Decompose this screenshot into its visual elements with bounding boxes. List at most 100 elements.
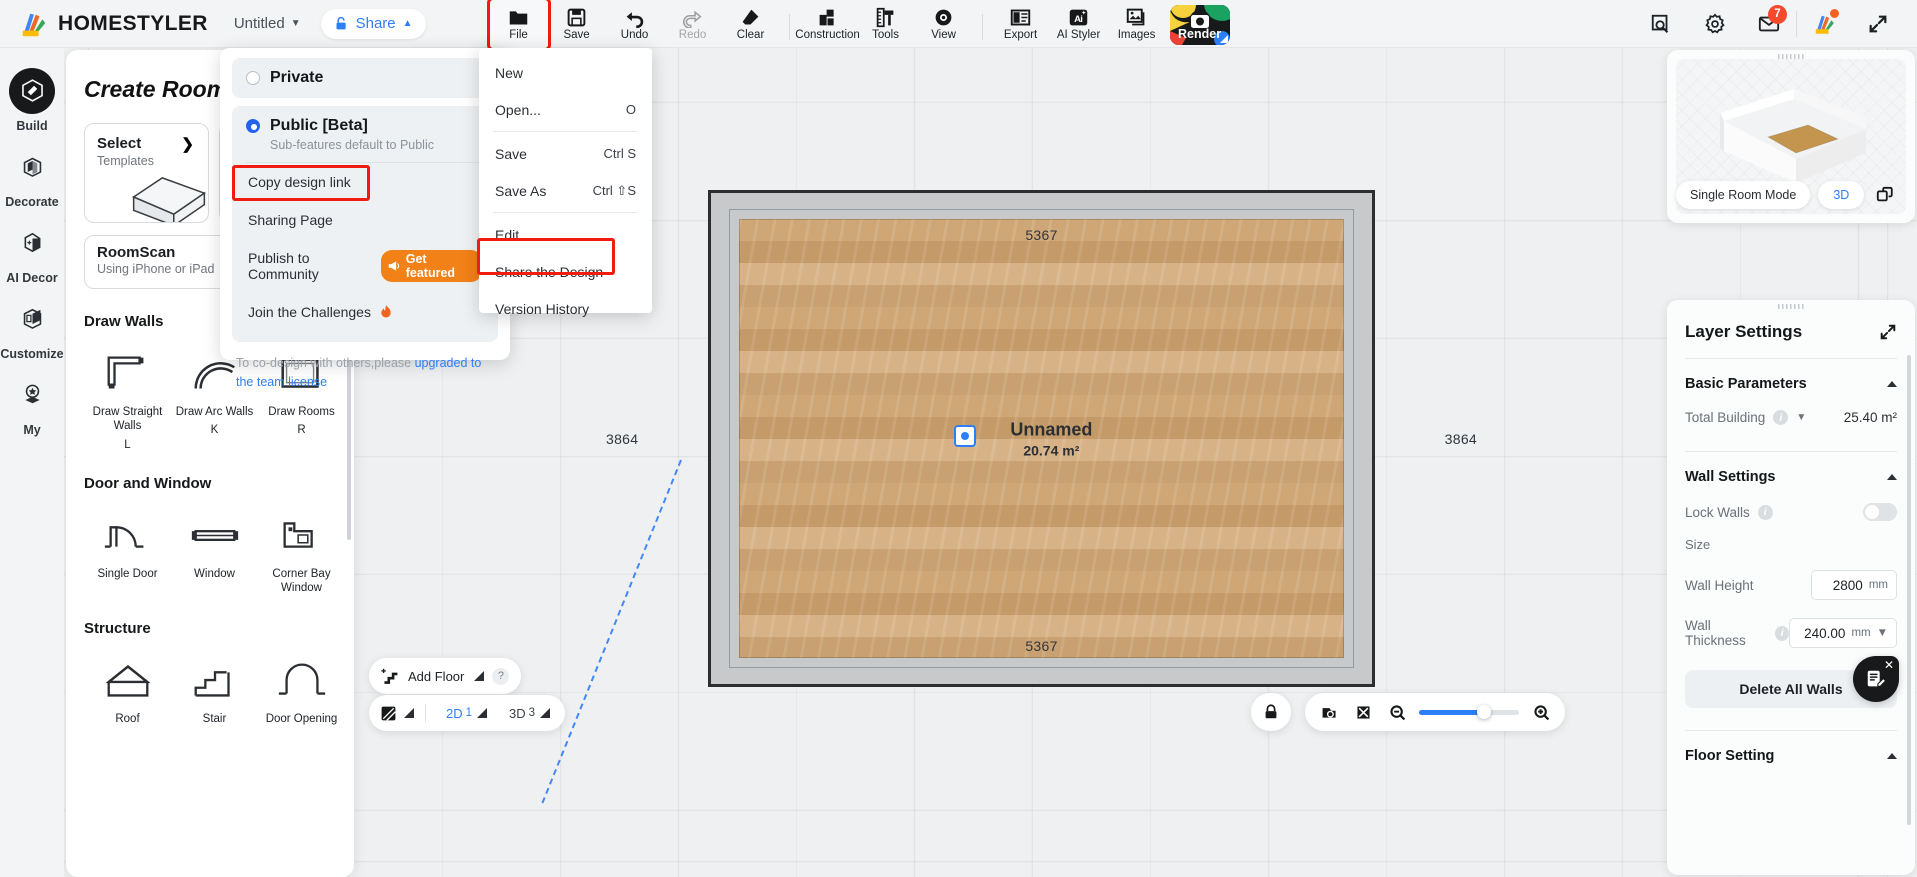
popout-window-icon[interactable] bbox=[1872, 182, 1898, 208]
zoom-slider[interactable] bbox=[1419, 705, 1519, 719]
layer-panel-drag-handle[interactable] bbox=[1778, 304, 1804, 309]
tool-door-opening[interactable]: Door Opening bbox=[258, 649, 345, 726]
collapse-chevron-icon[interactable] bbox=[1887, 474, 1897, 480]
rail-item-my[interactable]: My bbox=[0, 366, 64, 442]
file-menu-save-as[interactable]: Save As Ctrl ⇧S bbox=[479, 172, 652, 209]
file-menu-item-label: Save As bbox=[495, 182, 547, 199]
document-title[interactable]: Untitled ▼ bbox=[234, 15, 301, 32]
floor-setting-section[interactable]: Floor Setting bbox=[1685, 748, 1897, 764]
share-private-block[interactable]: Private bbox=[232, 58, 498, 98]
collapse-chevron-icon[interactable] bbox=[1887, 381, 1897, 387]
toolbar-redo-button[interactable]: Redo bbox=[664, 0, 722, 48]
toolbar-clear-button[interactable]: Clear bbox=[722, 0, 780, 48]
tool-single-door[interactable]: Single Door bbox=[84, 504, 171, 596]
toolbar-export-button[interactable]: Export bbox=[992, 0, 1050, 48]
dimension-bottom[interactable]: 5367 bbox=[1025, 638, 1057, 654]
brand-logo[interactable]: HOMESTYLER bbox=[18, 9, 208, 39]
view-2d-tab[interactable]: 2D 1 bbox=[437, 698, 496, 728]
view-3d-toggle[interactable]: 3D bbox=[1818, 181, 1865, 209]
expand-diagonal-icon[interactable] bbox=[1879, 323, 1897, 341]
add-floor-label[interactable]: Add Floor bbox=[408, 669, 464, 684]
share-item-sharing-page[interactable]: Sharing Page bbox=[246, 201, 484, 239]
toolbar-undo-button[interactable]: Undo bbox=[606, 0, 664, 48]
tool-draw-straight-walls[interactable]: Draw Straight Walls L bbox=[84, 342, 171, 451]
rail-item-customize[interactable]: Customize bbox=[0, 290, 64, 366]
get-featured-badge[interactable]: Get featured bbox=[381, 250, 482, 282]
dropdown-corner-icon[interactable] bbox=[404, 708, 414, 718]
add-floor-icon[interactable] bbox=[381, 667, 400, 686]
toolbar-images-button[interactable]: Images bbox=[1108, 0, 1166, 48]
toolbar-tools-button[interactable]: Tools bbox=[857, 0, 915, 48]
zoom-slider-handle[interactable] bbox=[1477, 705, 1491, 719]
header-mail-button[interactable]: 7 bbox=[1742, 0, 1796, 48]
toolbar-view-button[interactable]: View bbox=[915, 0, 973, 48]
wall-thickness-input[interactable]: 240.00 mm ▼ bbox=[1789, 618, 1897, 648]
lock-walls-toggle[interactable] bbox=[1863, 503, 1897, 521]
room-label[interactable]: Unnamed 20.74 m² bbox=[1010, 419, 1092, 458]
view-3d-tab[interactable]: 3D 3 bbox=[500, 698, 559, 728]
tool-stair[interactable]: Stair bbox=[171, 649, 258, 726]
wall-height-input[interactable]: 2800 mm bbox=[1811, 570, 1897, 600]
file-menu-share-the-design[interactable]: Share the Design bbox=[479, 253, 652, 290]
tool-window[interactable]: Window bbox=[171, 504, 258, 596]
toolbar-file-button[interactable]: File bbox=[486, 0, 551, 51]
layer-panel-scrollbar[interactable] bbox=[1907, 355, 1911, 825]
dimension-top[interactable]: 5367 bbox=[1025, 227, 1057, 243]
camera-view-icon[interactable] bbox=[1317, 700, 1341, 724]
header-homestyler-logo-button[interactable] bbox=[1797, 0, 1851, 48]
private-option-row[interactable]: Private bbox=[246, 69, 484, 87]
file-menu-edit[interactable]: Edit bbox=[479, 216, 652, 253]
fit-screen-icon[interactable] bbox=[1351, 700, 1375, 724]
lock-icon[interactable] bbox=[1262, 703, 1280, 721]
room-name: Unnamed bbox=[1010, 419, 1093, 439]
dropdown-corner-icon[interactable] bbox=[540, 708, 551, 718]
toolbar-save-button[interactable]: Save bbox=[548, 0, 606, 48]
tool-corner-bay-window[interactable]: Corner Bay Window bbox=[258, 504, 345, 596]
render-button[interactable]: Render bbox=[1169, 4, 1230, 45]
wall-settings-section[interactable]: Wall Settings bbox=[1685, 469, 1897, 485]
header-gear-button[interactable] bbox=[1688, 0, 1742, 48]
zoom-in-icon[interactable] bbox=[1529, 700, 1553, 724]
layers-icon[interactable] bbox=[379, 704, 398, 723]
collapse-chevron-icon[interactable] bbox=[1887, 753, 1897, 759]
help-icon[interactable]: ? bbox=[492, 667, 510, 685]
dimension-left[interactable]: 3864 bbox=[606, 431, 638, 447]
close-icon[interactable]: ✕ bbox=[1884, 658, 1894, 672]
info-icon[interactable]: i bbox=[1757, 504, 1773, 520]
share-button[interactable]: Share ▲ bbox=[320, 8, 426, 39]
zoom-out-icon[interactable] bbox=[1385, 700, 1409, 724]
chevron-down-icon[interactable]: ▼ bbox=[1877, 627, 1888, 639]
file-menu-save[interactable]: Save Ctrl S bbox=[479, 135, 652, 172]
rail-item-ai-decor[interactable]: AI Decor bbox=[0, 214, 64, 290]
tool-roof[interactable]: Roof bbox=[84, 649, 171, 726]
chevron-down-icon[interactable]: ▼ bbox=[1796, 412, 1806, 423]
dimension-right[interactable]: 3864 bbox=[1445, 431, 1477, 447]
info-icon[interactable]: i bbox=[1775, 625, 1789, 641]
toolbar-construction-button[interactable]: Construction bbox=[795, 0, 860, 48]
room-origin-handle[interactable] bbox=[953, 424, 976, 447]
rail-item-build[interactable]: Build bbox=[0, 62, 64, 138]
share-item-publish-to-community[interactable]: Publish to Community Get featured bbox=[246, 239, 484, 293]
basic-parameters-section[interactable]: Basic Parameters bbox=[1685, 376, 1897, 392]
private-radio[interactable] bbox=[246, 71, 260, 85]
dropdown-corner-icon[interactable] bbox=[474, 671, 485, 681]
share-item-label: Sharing Page bbox=[248, 212, 333, 228]
file-menu-open[interactable]: Open... O bbox=[479, 91, 652, 128]
single-room-mode-button[interactable]: Single Room Mode bbox=[1676, 181, 1811, 209]
room-shape[interactable]: 5367 5367 3864 3864 Unnamed 20.74 m² bbox=[606, 190, 1477, 687]
info-icon[interactable]: i bbox=[1773, 410, 1789, 425]
select-templates-card[interactable]: Select Templates ❯ bbox=[84, 123, 209, 223]
file-menu-version-history[interactable]: Version History bbox=[479, 290, 652, 327]
file-menu-new[interactable]: New bbox=[479, 54, 652, 91]
public-option-row[interactable]: Public [Beta] bbox=[246, 117, 484, 135]
share-item-join-the-challenges[interactable]: Join the Challenges bbox=[246, 293, 484, 331]
header-fullscreen-button[interactable] bbox=[1851, 0, 1905, 48]
toolbar-ai-styler-button[interactable]: Ai AI Styler bbox=[1050, 0, 1108, 48]
dropdown-corner-icon[interactable] bbox=[477, 708, 488, 718]
header-search-design-button[interactable] bbox=[1634, 0, 1688, 48]
layer-settings-title: Layer Settings bbox=[1685, 322, 1803, 341]
rail-item-decorate[interactable]: Decorate bbox=[0, 138, 64, 214]
feedback-button[interactable]: ✕ bbox=[1853, 656, 1899, 702]
public-radio[interactable] bbox=[246, 119, 260, 133]
share-item-copy-design-link[interactable]: Copy design link bbox=[246, 163, 484, 201]
